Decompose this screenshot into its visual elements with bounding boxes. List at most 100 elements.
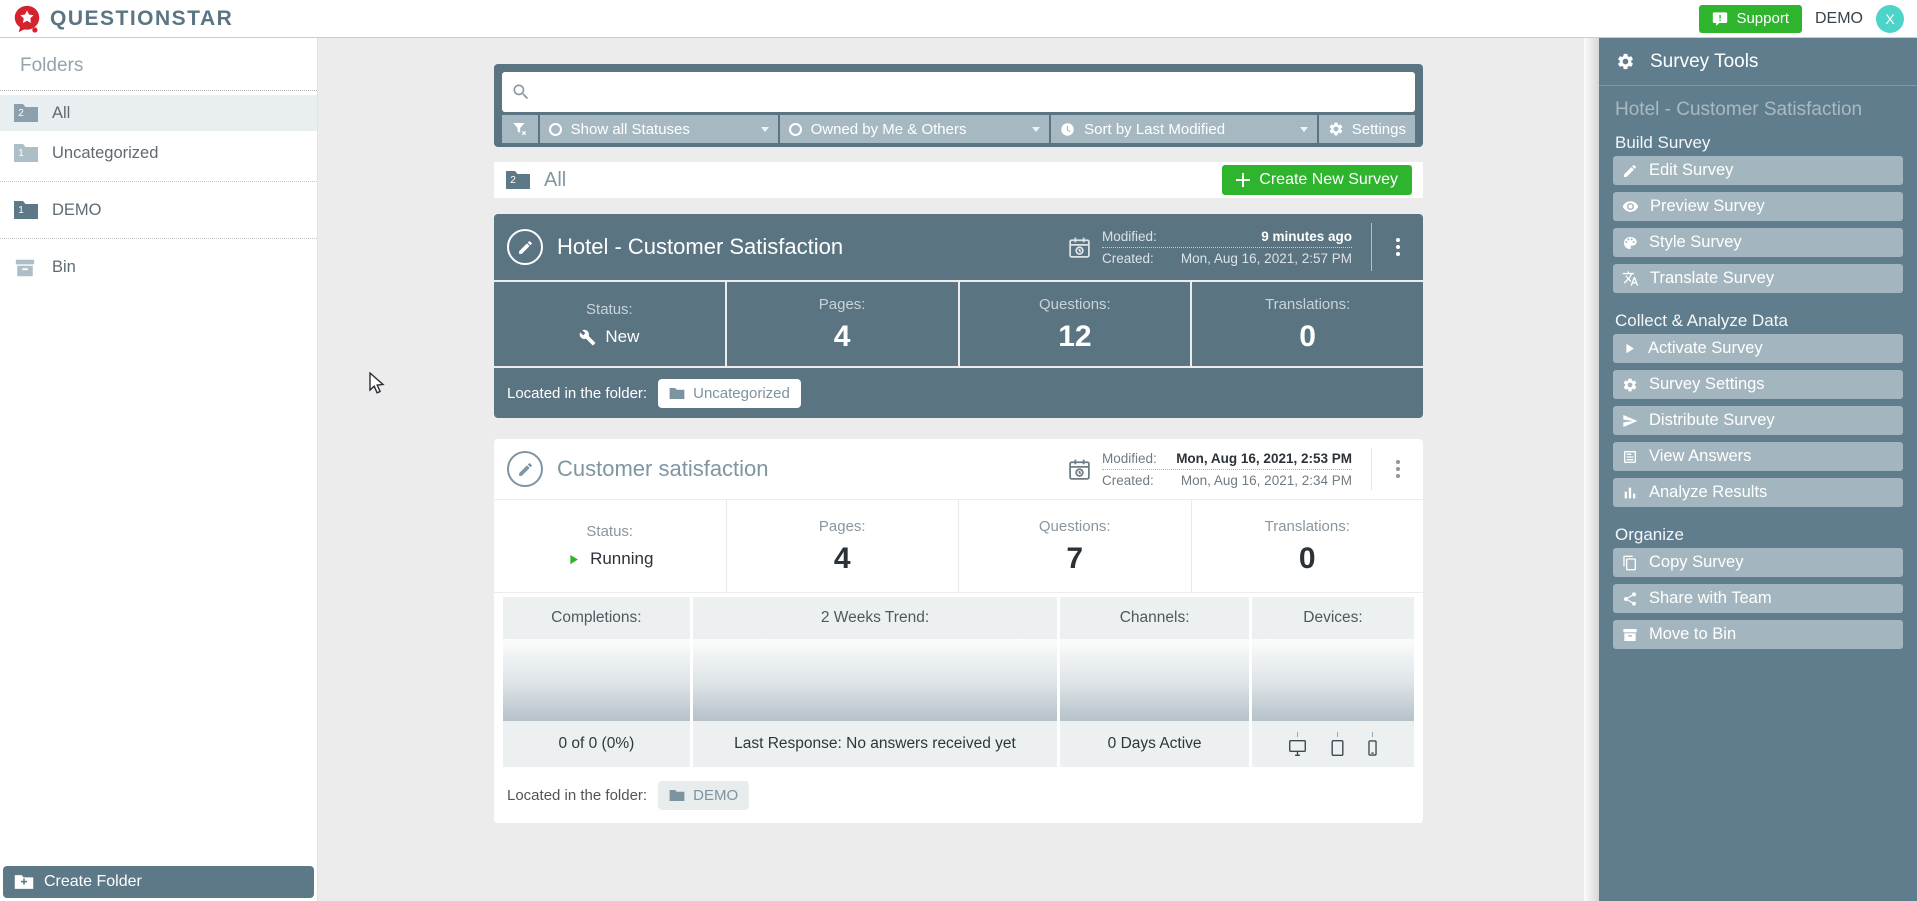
divider [1371, 223, 1372, 271]
filter-settings-button[interactable]: Settings [1319, 115, 1415, 143]
list-header: 2 All Create New Survey [494, 162, 1423, 198]
share-nodes-icon [1622, 591, 1638, 607]
card-menu-button[interactable] [1386, 449, 1410, 489]
edit-pencil-icon[interactable] [507, 451, 543, 487]
support-button[interactable]: Support [1699, 5, 1802, 33]
stat-value: 0 [1299, 322, 1316, 352]
metric-trend: 2 Weeks Trend: Last Response: No answers… [693, 597, 1058, 767]
owner-filter-dropdown[interactable]: Owned by Me & Others [780, 115, 1050, 143]
translate-survey-button[interactable]: Translate Survey [1613, 264, 1903, 293]
tool-button-label: Analyze Results [1649, 483, 1767, 502]
distribute-survey-button[interactable]: Distribute Survey [1613, 406, 1903, 435]
folder-chip-label: DEMO [693, 787, 738, 804]
create-folder-button[interactable]: Create Folder [3, 866, 314, 898]
activate-survey-button[interactable]: Activate Survey [1613, 334, 1903, 363]
edit-pencil-icon[interactable] [507, 229, 543, 265]
created-row: Created: Mon, Aug 16, 2021, 2:57 PM [1102, 248, 1352, 269]
created-value: Mon, Aug 16, 2021, 2:57 PM [1181, 248, 1352, 269]
metric-label: 2 Weeks Trend: [693, 597, 1058, 639]
sort-dropdown[interactable]: Sort by Last Modified [1051, 115, 1317, 143]
create-new-survey-button[interactable]: Create New Survey [1222, 165, 1412, 195]
stat-value: 0 [1299, 544, 1316, 574]
survey-title[interactable]: Customer satisfaction [557, 456, 1053, 482]
metric-value: Last Response: No answers received yet [693, 721, 1058, 767]
topbar-right: Support DEMO X [1699, 5, 1904, 33]
edit-survey-button[interactable]: Edit Survey [1613, 156, 1903, 185]
survey-dates: Modified: Mon, Aug 16, 2021, 2:53 PM Cre… [1067, 448, 1352, 491]
avatar[interactable]: X [1876, 5, 1904, 33]
stat-label: Questions: [1039, 518, 1111, 535]
play-icon [1622, 341, 1637, 356]
tool-button-label: View Answers [1649, 447, 1751, 466]
filter-row: Show all Statuses Owned by Me & Others S… [502, 115, 1415, 143]
card-menu-button[interactable] [1386, 227, 1410, 267]
move-to-bin-button[interactable]: Move to Bin [1613, 620, 1903, 649]
copy-survey-button[interactable]: Copy Survey [1613, 548, 1903, 577]
tool-button-label: Copy Survey [1649, 553, 1743, 572]
empty-chart-area [1060, 639, 1249, 721]
survey-list-area: Show all Statuses Owned by Me & Others S… [494, 64, 1423, 823]
folder-chip[interactable]: Uncategorized [658, 379, 801, 408]
metric-label: Completions: [503, 597, 690, 639]
folder-icon: 2 [13, 103, 39, 123]
circle-outline-icon [549, 123, 562, 136]
section-build-survey: Build Survey [1599, 122, 1917, 156]
clear-filters-button[interactable] [502, 115, 538, 143]
stat-label: Pages: [819, 296, 866, 313]
brand: QUESTIONSTAR [13, 5, 233, 33]
play-icon [566, 552, 581, 567]
folder-item-all[interactable]: 2 All [0, 95, 317, 131]
survey-stats: Status: New Pages: 4 Questions: 12 Trans… [494, 282, 1423, 366]
share-with-team-button[interactable]: Share with Team [1613, 584, 1903, 613]
stat-translations: Translations: 0 [1192, 282, 1423, 366]
tool-button-label: Style Survey [1649, 233, 1742, 252]
modified-value: 9 minutes ago [1261, 226, 1352, 247]
stat-value: 7 [1066, 544, 1083, 574]
survey-settings-button[interactable]: Survey Settings [1613, 370, 1903, 399]
create-new-survey-label: Create New Survey [1259, 171, 1398, 189]
stat-status: Status: New [494, 282, 725, 366]
survey-title[interactable]: Hotel - Customer Satisfaction [557, 234, 1053, 260]
survey-card-customer-satisfaction: Customer satisfaction Modified: Mon, Aug… [494, 439, 1423, 823]
stat-label: Translations: [1265, 518, 1350, 535]
analyze-results-button[interactable]: Analyze Results [1613, 478, 1903, 507]
folder-item-label: DEMO [52, 201, 102, 220]
tool-button-label: Move to Bin [1649, 625, 1736, 644]
document-list-icon [1622, 449, 1638, 465]
divider [1371, 448, 1372, 490]
folder-row-label: Located in the folder: [507, 385, 647, 402]
pencil-icon [1622, 163, 1638, 179]
folder-item-label: All [52, 104, 70, 123]
folder-item-uncategorized[interactable]: 1 Uncategorized [0, 135, 317, 171]
empty-chart-area [503, 639, 690, 721]
style-survey-button[interactable]: Style Survey [1613, 228, 1903, 257]
view-answers-button[interactable]: View Answers [1613, 442, 1903, 471]
status-filter-dropdown[interactable]: Show all Statuses [540, 115, 778, 143]
survey-folder-row: Located in the folder: DEMO [494, 767, 1423, 823]
folder-icon: 1 [13, 200, 39, 220]
chat-bubble-icon [1712, 11, 1728, 27]
palette-icon [1622, 235, 1638, 251]
empty-chart-area [693, 639, 1058, 721]
phone-icon [1367, 732, 1378, 757]
folder-item-demo[interactable]: 1 DEMO [0, 192, 317, 228]
search-icon [511, 82, 531, 102]
status-filter-label: Show all Statuses [571, 121, 690, 138]
survey-tools-sidebar: Survey Tools Hotel - Customer Satisfacti… [1599, 38, 1917, 901]
account-label[interactable]: DEMO [1815, 10, 1863, 28]
survey-tools-title: Survey Tools [1650, 51, 1758, 73]
modified-row: Modified: Mon, Aug 16, 2021, 2:53 PM [1102, 448, 1352, 470]
metric-completions: Completions: 0 of 0 (0%) [503, 597, 690, 767]
folder-item-bin[interactable]: Bin [0, 249, 317, 285]
owner-filter-label: Owned by Me & Others [811, 121, 967, 138]
tool-button-label: Distribute Survey [1649, 411, 1775, 430]
scrollbar[interactable] [1584, 38, 1599, 901]
stat-pages: Pages: 4 [727, 282, 958, 366]
stat-questions: Questions: 12 [960, 282, 1191, 366]
folder-chip[interactable]: DEMO [658, 781, 749, 810]
preview-survey-button[interactable]: Preview Survey [1613, 192, 1903, 221]
folder-count-badge: 1 [15, 147, 27, 160]
selected-survey-name: Hotel - Customer Satisfaction [1599, 86, 1917, 122]
search-input[interactable] [540, 72, 1415, 112]
survey-card-hotel: Hotel - Customer Satisfaction Modified: … [494, 214, 1423, 418]
